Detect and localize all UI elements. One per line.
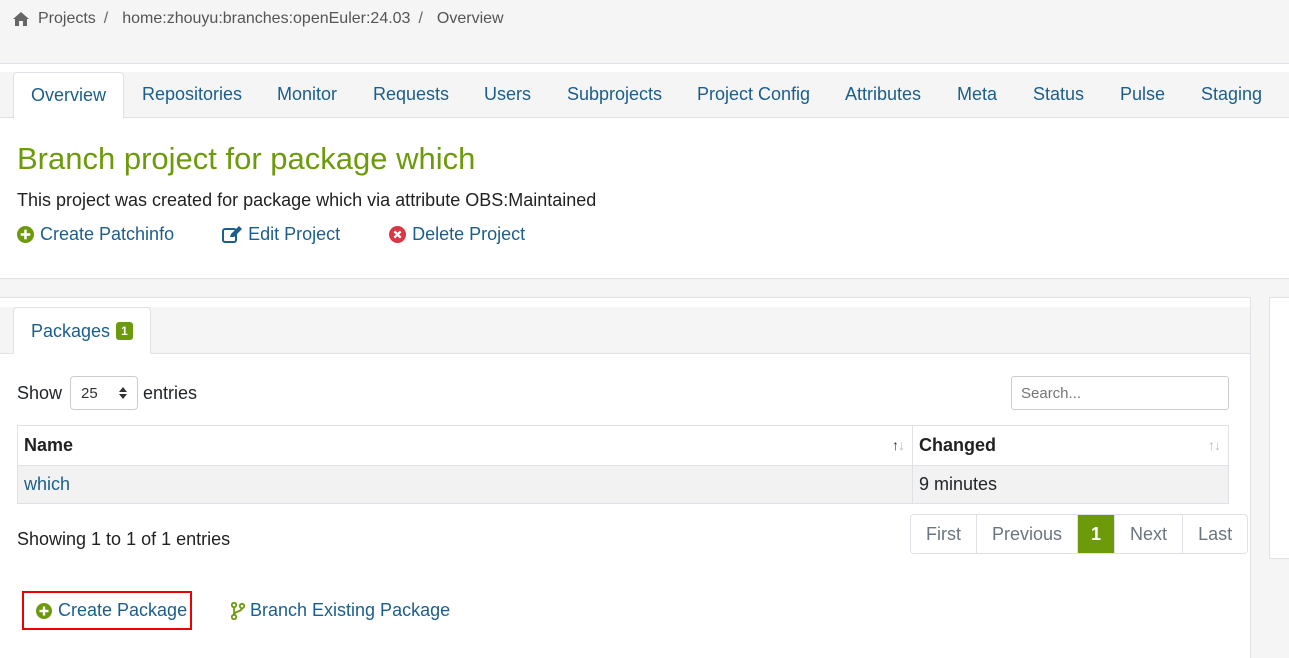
create-package-label: Create Package bbox=[58, 600, 188, 620]
times-circle-icon bbox=[389, 226, 407, 243]
pager-last[interactable]: Last bbox=[1183, 515, 1247, 553]
tab-requests[interactable]: Requests bbox=[373, 72, 449, 118]
project-tabs: Overview Repositories Monitor Requests U… bbox=[0, 72, 1289, 119]
page-size-value: 25 bbox=[81, 384, 98, 402]
edit-project-label: Edit Project bbox=[248, 224, 341, 244]
tab-meta[interactable]: Meta bbox=[957, 72, 997, 118]
search-input[interactable] bbox=[1011, 376, 1229, 410]
code-branch-icon bbox=[231, 601, 245, 620]
column-header-changed[interactable]: Changed ↑↓ bbox=[912, 425, 1229, 466]
tab-monitor[interactable]: Monitor bbox=[277, 72, 337, 118]
pagination: First Previous 1 Next Last bbox=[910, 514, 1249, 554]
tab-attributes[interactable]: Attributes bbox=[845, 72, 921, 118]
tab-status[interactable]: Status bbox=[1033, 72, 1084, 118]
packages-count-badge: 1 bbox=[116, 321, 133, 340]
tab-overview[interactable]: Overview bbox=[13, 72, 125, 119]
project-overview-card: Overview Repositories Monitor Requests U… bbox=[0, 63, 1289, 279]
tab-staging[interactable]: Staging bbox=[1201, 72, 1262, 118]
table-row: which 9 minutes bbox=[17, 465, 1229, 504]
breadcrumb-separator: / bbox=[103, 10, 109, 27]
tab-project-config[interactable]: Project Config bbox=[697, 72, 810, 118]
packages-card: Packages 1 Show 25 entries Name ↑↓ Chang… bbox=[0, 297, 1251, 658]
packages-tabs: Packages 1 bbox=[0, 307, 1250, 354]
column-changed-label: Changed bbox=[919, 435, 997, 455]
tab-pulse[interactable]: Pulse bbox=[1120, 72, 1165, 118]
tab-users[interactable]: Users bbox=[484, 72, 531, 118]
packages-table: Name ↑↓ Changed ↑↓ which 9 minutes bbox=[17, 425, 1229, 504]
tab-subprojects[interactable]: Subprojects bbox=[567, 72, 662, 118]
project-actions: Create Patchinfo Edit Project Delete Pro… bbox=[17, 224, 525, 245]
project-description: This project was created for package whi… bbox=[17, 190, 597, 210]
sort-asc-icon: ↑↓ bbox=[892, 437, 905, 453]
package-changed: 9 minutes bbox=[912, 465, 1229, 504]
branch-existing-package-link[interactable]: Branch Existing Package bbox=[231, 600, 450, 621]
tab-packages[interactable]: Packages 1 bbox=[13, 307, 151, 354]
show-label: Show bbox=[17, 382, 63, 403]
branch-existing-package-label: Branch Existing Package bbox=[250, 600, 451, 620]
package-link[interactable]: which bbox=[24, 474, 70, 494]
breadcrumb: Projects / home:zhouyu:branches:openEule… bbox=[12, 10, 504, 28]
sort-caret-icon bbox=[119, 387, 128, 399]
column-header-name[interactable]: Name ↑↓ bbox=[17, 425, 913, 466]
breadcrumb-separator: / bbox=[418, 10, 423, 27]
delete-project-link[interactable]: Delete Project bbox=[389, 224, 525, 245]
entries-label: entries bbox=[143, 382, 198, 403]
page-size-select[interactable]: 25 bbox=[70, 376, 139, 410]
breadcrumb-project[interactable]: home:zhouyu:branches:openEuler:24.03 bbox=[122, 10, 410, 28]
pager-page-1[interactable]: 1 bbox=[1078, 515, 1116, 553]
column-name-label: Name bbox=[24, 435, 74, 455]
page-title: Branch project for package which bbox=[17, 141, 476, 176]
edit-icon bbox=[222, 225, 243, 243]
side-panel bbox=[1269, 297, 1289, 559]
pager-previous[interactable]: Previous bbox=[977, 515, 1079, 553]
tab-repositories[interactable]: Repositories bbox=[142, 72, 242, 118]
packages-tab-label: Packages bbox=[31, 320, 111, 341]
plus-circle-icon bbox=[36, 602, 52, 619]
page-length-control: Show 25 entries bbox=[17, 376, 197, 410]
package-actions: Create Package Branch Existing Package bbox=[22, 591, 450, 630]
delete-project-label: Delete Project bbox=[412, 224, 526, 244]
sort-icon: ↑↓ bbox=[1208, 437, 1221, 453]
breadcrumb-current: Overview bbox=[436, 10, 504, 27]
table-info: Showing 1 to 1 of 1 entries bbox=[17, 529, 231, 549]
breadcrumb-projects[interactable]: Projects bbox=[38, 10, 96, 28]
create-patchinfo-label: Create Patchinfo bbox=[40, 224, 175, 244]
create-patchinfo-link[interactable]: Create Patchinfo bbox=[17, 224, 174, 245]
plus-circle-icon bbox=[17, 226, 34, 243]
create-package-button[interactable]: Create Package bbox=[22, 591, 192, 630]
home-icon bbox=[13, 12, 29, 26]
pager-next[interactable]: Next bbox=[1115, 515, 1184, 553]
pager-first[interactable]: First bbox=[911, 515, 977, 553]
edit-project-link[interactable]: Edit Project bbox=[222, 224, 340, 245]
